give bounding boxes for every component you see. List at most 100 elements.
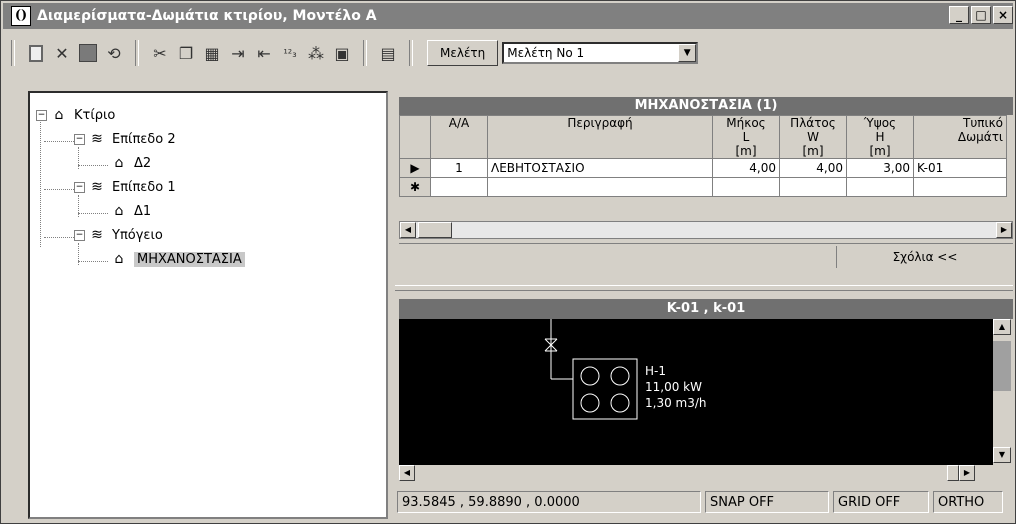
grid-title: ΜΗΧΑΝΟΣΤΑΣΙΑ (1) (399, 97, 1013, 115)
collapse-icon[interactable]: − (36, 109, 47, 121)
apartment-icon: ⌂ (114, 155, 124, 171)
paste-icon[interactable]: ▦ (199, 40, 225, 66)
scroll-right-icon[interactable]: ▶ (996, 222, 1012, 238)
scroll-down-icon[interactable]: ▼ (993, 447, 1011, 463)
scroll-up-icon[interactable]: ▲ (993, 319, 1011, 335)
new-table-row[interactable]: ✱ (399, 177, 1007, 197)
refresh-icon[interactable]: ⟲ (101, 40, 127, 66)
window-title: Διαμερίσματα-Δωμάτια κτιρίου, Μοντέλο Α (37, 8, 377, 24)
comments-bar: Σχόλια << (399, 243, 1013, 270)
house-icon: ⌂ (54, 107, 64, 123)
meleti-select[interactable]: Μελέτη No 1 ▼ (502, 42, 699, 64)
tree-node-level[interactable]: − ≋ Επίπεδο 1 (74, 179, 176, 195)
tree-node-label: Δ2 (134, 155, 152, 171)
title-bar[interactable]: () Διαμερίσματα-Δωμάτια κτιρίου, Μοντέλο… (3, 3, 1013, 29)
grid-toggle[interactable]: GRID OFF (833, 491, 929, 513)
tree-node-apartment[interactable]: ⌂ Δ1 (110, 203, 152, 219)
drawing-hscrollbar[interactable]: ◀ ▶ (399, 465, 1011, 483)
delete-icon[interactable]: ✕ (49, 40, 75, 66)
panel-splitter[interactable] (395, 285, 1013, 291)
column-header[interactable]: Α/Α (430, 115, 488, 159)
layers-icon: ≋ (91, 131, 103, 147)
app-icon: () (11, 6, 31, 26)
collapse-icon[interactable]: − (74, 181, 85, 193)
minimize-button[interactable]: _ (949, 6, 969, 24)
layers-icon: ≋ (91, 227, 103, 243)
column-header[interactable]: Πλάτος W [m] (779, 115, 847, 159)
coordinates-readout: 93.5845 , 59.8890 , 0.0000 (397, 491, 701, 513)
current-row-icon[interactable]: ▶ (399, 158, 431, 178)
empty-cell[interactable] (913, 177, 1007, 197)
stop-icon[interactable] (75, 40, 101, 66)
cut-icon[interactable]: ✂ (147, 40, 173, 66)
scroll-thumb[interactable] (993, 341, 1011, 391)
grid-hscrollbar[interactable]: ◀ ▶ (399, 221, 1013, 239)
scroll-thumb[interactable] (947, 465, 959, 481)
description-cell[interactable]: ΛΕΒΗΤΟΣΤΑΣΙΟ (487, 158, 713, 178)
row-selector-header (399, 115, 431, 159)
scroll-left-icon[interactable]: ◀ (400, 222, 416, 238)
equipment-power: 11,00 kW (645, 380, 702, 394)
drawing-panel: K-01 , k-01 H-1 11,00 kW 1,30 m3/h ▲ ▼ ◀… (397, 299, 1013, 519)
tree-node-level[interactable]: − ≋ Επίπεδο 2 (74, 131, 176, 147)
tree-node-apartment-selected[interactable]: ⌂ ΜΗΧΑΝΟΣΤΑΣΙΑ (110, 251, 245, 267)
aa-cell[interactable]: 1 (430, 158, 488, 178)
collapse-icon[interactable]: − (74, 133, 85, 145)
empty-cell[interactable] (846, 177, 914, 197)
tree-node-label: Επίπεδο 2 (112, 131, 176, 147)
tree-node-label: ΜΗΧΑΝΟΣΤΑΣΙΑ (134, 251, 245, 267)
close-button[interactable]: × (993, 6, 1013, 24)
type-cell[interactable]: K-01 (913, 158, 1007, 178)
drawing-title: K-01 , k-01 (399, 299, 1013, 319)
snap-toggle[interactable]: SNAP OFF (705, 491, 829, 513)
tree-icon[interactable]: ⁂ (303, 40, 329, 66)
table-row[interactable]: ▶ 1 ΛΕΒΗΤΟΣΤΑΣΙΟ 4,00 4,00 3,00 K-01 (399, 158, 1007, 178)
toolbar-separator (409, 40, 413, 66)
column-header[interactable]: Περιγραφή (487, 115, 713, 159)
empty-cell[interactable] (779, 177, 847, 197)
drawing-vscrollbar[interactable]: ▲ ▼ (993, 319, 1011, 465)
column-header[interactable]: Ύψος H [m] (846, 115, 914, 159)
empty-cell[interactable] (487, 177, 713, 197)
collapse-icon[interactable]: − (74, 229, 85, 241)
drawing-canvas[interactable]: H-1 11,00 kW 1,30 m3/h (399, 319, 993, 465)
height-cell[interactable]: 3,00 (846, 158, 914, 178)
ortho-toggle[interactable]: ORTHO (933, 491, 1003, 513)
column-header[interactable]: Τυπικό Δωμάτι (913, 115, 1007, 159)
table-icon[interactable]: ▤ (375, 40, 401, 66)
tree-node-label: Υπόγειο (112, 227, 163, 243)
tree-node-apartment[interactable]: ⌂ Δ2 (110, 155, 152, 171)
chevron-down-icon[interactable]: ▼ (678, 44, 697, 62)
image-icon[interactable]: ▣ (329, 40, 355, 66)
rooms-table: Α/Α Περιγραφή Μήκος L [m] Πλάτος W [m] Ύψος H… (399, 115, 1007, 197)
equipment-labels: H-1 11,00 kW 1,30 m3/h (645, 363, 707, 411)
layers-icon: ≋ (91, 179, 103, 195)
comments-button[interactable]: Σχόλια << (836, 246, 1013, 268)
numbering-icon[interactable]: ¹²₃ (277, 40, 303, 66)
maximize-button[interactable]: □ (971, 6, 991, 24)
column-header[interactable]: Μήκος L [m] (712, 115, 780, 159)
scroll-left-icon[interactable]: ◀ (399, 465, 415, 481)
insert-left-icon[interactable]: ⇤ (251, 40, 277, 66)
copy-icon[interactable]: ❐ (173, 40, 199, 66)
tree-node-level[interactable]: − ≋ Υπόγειο (74, 227, 163, 243)
tree-node-label: Επίπεδο 1 (112, 179, 176, 195)
insert-right-icon[interactable]: ⇥ (225, 40, 251, 66)
table-header-row: Α/Α Περιγραφή Μήκος L [m] Πλάτος W [m] Ύψος H… (399, 115, 1007, 159)
width-cell[interactable]: 4,00 (779, 158, 847, 178)
length-cell[interactable]: 4,00 (712, 158, 780, 178)
tree-node-building[interactable]: − ⌂ Κτίριο (36, 107, 115, 123)
scroll-thumb[interactable] (418, 222, 452, 238)
meleti-button[interactable]: Μελέτη (427, 40, 499, 66)
tree-node-label: Δ1 (134, 203, 152, 219)
scroll-right-icon[interactable]: ▶ (959, 465, 975, 481)
empty-cell[interactable] (430, 177, 488, 197)
empty-cell[interactable] (712, 177, 780, 197)
toolbar-separator (135, 40, 139, 66)
main-window: () Διαμερίσματα-Δωμάτια κτιρίου, Μοντέλο… (0, 0, 1016, 524)
new-icon[interactable] (23, 40, 49, 66)
new-row-icon[interactable]: ✱ (399, 177, 431, 197)
building-tree[interactable]: − ⌂ Κτίριο − ≋ Επίπεδο 2 ⌂ Δ2 − ≋ Επίπεδ… (28, 91, 388, 519)
equipment-flow: 1,30 m3/h (645, 396, 707, 410)
apartment-icon: ⌂ (114, 251, 124, 267)
